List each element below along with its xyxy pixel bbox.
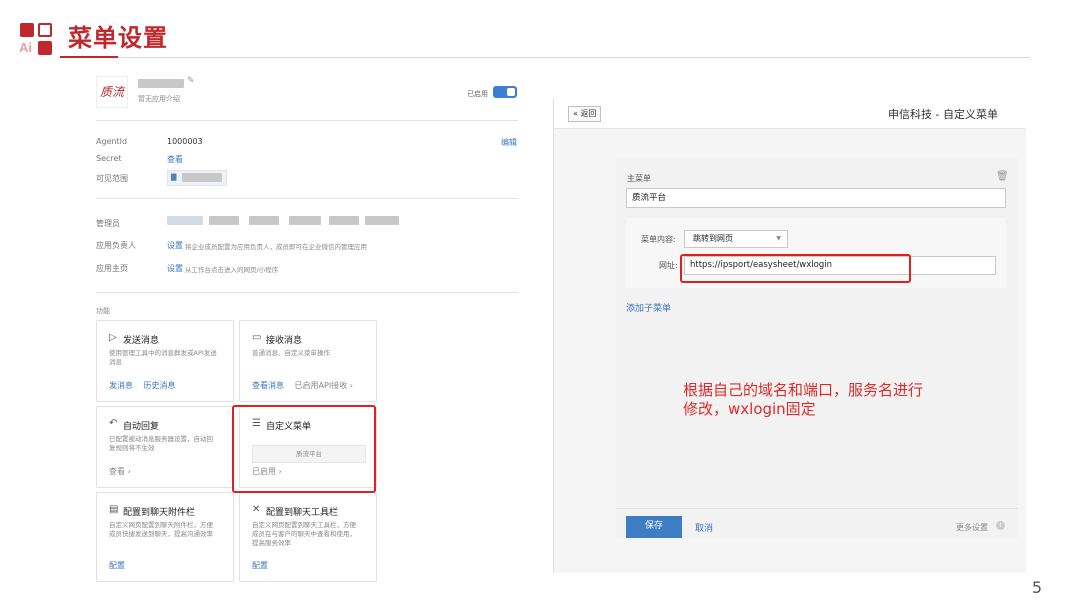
owner-label: 应用负责人 bbox=[96, 241, 136, 250]
header-divider-accent bbox=[60, 56, 118, 58]
attachment-icon: ▤ bbox=[109, 504, 119, 515]
agentid-label: AgentId bbox=[96, 137, 128, 146]
logo-square-red-1 bbox=[20, 23, 34, 37]
cancel-button[interactable]: 取消 bbox=[695, 521, 713, 534]
editor-title: 申信科技 - 自定义菜单 bbox=[888, 108, 998, 121]
divider bbox=[96, 198, 518, 199]
receive-message-card[interactable]: ▭ 接收消息 普通消息、自定义菜单操作 查看消息 已启用API接收 › bbox=[239, 320, 377, 402]
card-description: 自定义网页配置到聊天附件栏，方便成员快捷发送到聊天，提高沟通效率 bbox=[109, 521, 213, 538]
editor-header: « 返回 申信科技 - 自定义菜单 bbox=[554, 98, 1026, 129]
folder-icon: ▇ bbox=[171, 173, 177, 181]
home-description: 从工作台点击进入的网页/小程序 bbox=[185, 266, 279, 274]
agentid-value: 1000003 bbox=[167, 137, 203, 146]
content-select[interactable]: 跳转到网页 ▼ bbox=[684, 230, 788, 248]
features-label: 功能 bbox=[96, 307, 110, 315]
content-select-value: 跳转到网页 bbox=[693, 234, 733, 243]
status-toggle[interactable] bbox=[493, 86, 517, 98]
app-settings-screenshot: 质流 ✎ 暂无应用介绍 已启用 AgentId 1000003 编辑 Secre… bbox=[88, 70, 528, 590]
status-label: 已启用 bbox=[467, 90, 488, 98]
scope-value-blurred bbox=[182, 173, 222, 182]
secret-label: Secret bbox=[96, 154, 122, 163]
owner-set-link[interactable]: 设置 bbox=[167, 240, 183, 251]
main-menu-input[interactable]: 质流平台 bbox=[626, 188, 1006, 208]
admin-blurred bbox=[329, 216, 359, 225]
app-logo: 质流 bbox=[96, 76, 128, 108]
card-links: 发消息 历史消息 bbox=[109, 380, 176, 391]
admin-blurred bbox=[209, 216, 239, 225]
view-messages-link[interactable]: 查看消息 bbox=[252, 381, 284, 390]
reply-icon: ↶ bbox=[109, 418, 118, 429]
header-divider bbox=[60, 57, 1030, 58]
back-button[interactable]: « 返回 bbox=[568, 106, 602, 122]
scope-value-chip: ▇ bbox=[167, 170, 227, 186]
chat-sidebar-card[interactable]: ▤ 配置到聊天附件栏 自定义网页配置到聊天附件栏，方便成员快捷发送到聊天，提高沟… bbox=[96, 492, 234, 582]
add-submenu-link[interactable]: 添加子菜单 bbox=[626, 301, 671, 314]
admin-blurred bbox=[167, 216, 203, 225]
configure-link[interactable]: 配置 bbox=[109, 561, 125, 570]
page-number: 5 bbox=[1031, 578, 1042, 597]
chat-toolbar-card[interactable]: ✕ 配置到聊天工具栏 自定义网页配置到聊天工具栏，方便成员在与客户的聊天中查看和… bbox=[239, 492, 377, 582]
edit-link[interactable]: 编辑 bbox=[501, 137, 517, 148]
logo-square-outline bbox=[38, 23, 52, 37]
card-title: 自动回复 bbox=[123, 422, 160, 432]
custom-menu-screenshot: « 返回 申信科技 - 自定义菜单 主菜单 🗑 质流平台 菜单内容: 跳转到网页… bbox=[553, 98, 1026, 573]
card-description: 普通消息、自定义菜单操作 bbox=[252, 349, 330, 357]
card-description: 已配置被动消息服务器设置，自动回复规则将不生效 bbox=[109, 435, 213, 452]
home-label: 应用主页 bbox=[96, 264, 128, 273]
footer-divider bbox=[616, 508, 1018, 509]
card-title: 配置到聊天工具栏 bbox=[266, 508, 339, 518]
divider bbox=[96, 292, 518, 293]
save-button[interactable]: 保存 bbox=[626, 516, 682, 538]
trash-icon[interactable]: 🗑 bbox=[996, 171, 1009, 182]
message-icon: ▭ bbox=[252, 332, 262, 343]
annotation-line-2: 修改，wxlogin固定 bbox=[683, 400, 816, 418]
card-links: 查看 › bbox=[109, 466, 131, 477]
annotation-line-1: 根据自己的域名和端口，服务名进行 bbox=[683, 381, 924, 399]
admin-label: 管理员 bbox=[96, 219, 120, 228]
divider bbox=[96, 120, 518, 121]
edit-name-icon[interactable]: ✎ bbox=[187, 76, 195, 86]
url-label: 网址: bbox=[659, 261, 678, 270]
logo-square-red-2 bbox=[38, 41, 52, 55]
send-message-card[interactable]: ▷ 发送消息 使用管理工具中的消息群发或API发送消息 发消息 历史消息 bbox=[96, 320, 234, 402]
chevron-down-icon: ▼ bbox=[776, 235, 781, 242]
card-links: 配置 bbox=[252, 560, 268, 571]
card-links: 配置 bbox=[109, 560, 125, 571]
card-description: 自定义网页配置到聊天工具栏，方便成员在与客户的聊天中查看和使用，提高服务效率 bbox=[252, 521, 356, 547]
admin-blurred bbox=[249, 216, 279, 225]
card-links: 查看消息 已启用API接收 › bbox=[252, 380, 353, 391]
highlight-custom-menu bbox=[232, 405, 376, 493]
menu-editor-panel: 主菜单 🗑 质流平台 菜单内容: 跳转到网页 ▼ 网址: https://ips… bbox=[616, 158, 1018, 538]
history-link[interactable]: 历史消息 bbox=[144, 381, 176, 390]
tools-icon: ✕ bbox=[252, 504, 261, 515]
home-set-link[interactable]: 设置 bbox=[167, 263, 183, 274]
secret-view-link[interactable]: 查看 bbox=[167, 154, 183, 165]
admin-blurred bbox=[365, 216, 399, 225]
more-settings-link[interactable]: 更多设置 bbox=[956, 522, 988, 533]
send-icon: ▷ bbox=[109, 332, 117, 343]
scope-label: 可见范围 bbox=[96, 174, 128, 183]
app-name-blurred bbox=[138, 79, 184, 88]
annotation-text: 根据自己的域名和端口，服务名进行 修改，wxlogin固定 bbox=[683, 381, 923, 419]
configure-link[interactable]: 配置 bbox=[252, 561, 268, 570]
slide-title: 菜单设置 bbox=[68, 24, 168, 52]
content-label: 菜单内容: bbox=[641, 235, 676, 244]
card-description: 使用管理工具中的消息群发或API发送消息 bbox=[109, 349, 217, 366]
main-menu-label: 主菜单 bbox=[627, 174, 651, 183]
owner-description: 将企业成员配置为应用负责人，成员即可在企业微信内管理应用 bbox=[185, 243, 367, 251]
card-title: 发送消息 bbox=[123, 336, 160, 346]
auto-reply-card[interactable]: ↶ 自动回复 已配置被动消息服务器设置，自动回复规则将不生效 查看 › bbox=[96, 406, 234, 488]
logo-ai-text: Ai bbox=[19, 40, 32, 55]
card-title: 接收消息 bbox=[266, 336, 303, 346]
view-link[interactable]: 查看 › bbox=[109, 467, 131, 476]
admin-blurred bbox=[289, 216, 321, 225]
admin-list bbox=[167, 214, 402, 228]
app-description: 暂无应用介绍 bbox=[138, 95, 180, 103]
api-receive-status[interactable]: 已启用API接收 › bbox=[295, 381, 353, 390]
info-icon: i bbox=[996, 521, 1005, 530]
card-title: 配置到聊天附件栏 bbox=[123, 508, 196, 518]
highlight-url bbox=[680, 254, 911, 283]
send-message-link[interactable]: 发消息 bbox=[109, 381, 133, 390]
